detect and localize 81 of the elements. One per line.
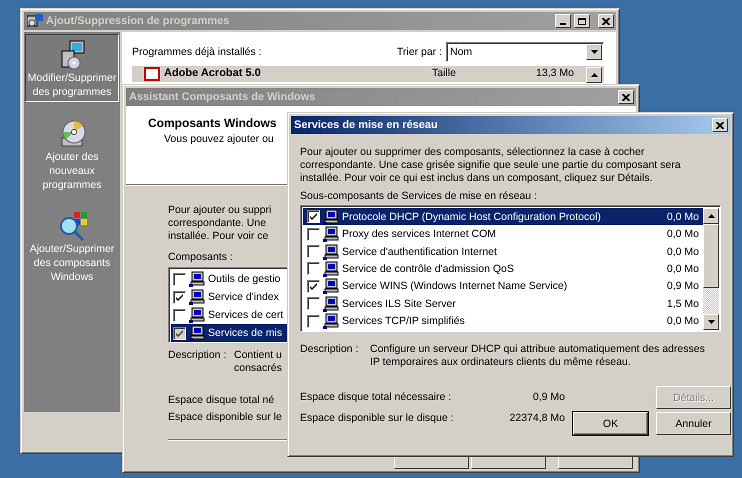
intro-line: installée. Pour voir ce bbox=[168, 230, 268, 243]
dialog-button[interactable]: OK bbox=[573, 412, 648, 435]
disk-total-value: 0,9 Mo bbox=[532, 391, 565, 404]
check-icon bbox=[310, 282, 317, 290]
checkbox[interactable] bbox=[173, 326, 186, 340]
up-arrow-icon bbox=[708, 214, 714, 218]
scroll-thumb[interactable] bbox=[703, 224, 719, 288]
close-button[interactable] bbox=[712, 118, 728, 132]
computer-icon bbox=[189, 325, 205, 341]
description-text: Contient u bbox=[234, 349, 282, 362]
window-title: Services de mise en réseau bbox=[294, 119, 439, 131]
close-button[interactable] bbox=[598, 14, 614, 28]
subcomponent-row[interactable]: Service WINS (Windows Internet Name Service) 0,9 Mo bbox=[303, 278, 703, 296]
disk-free-label: Espace disponible sur le disque : bbox=[300, 412, 455, 425]
close-button[interactable] bbox=[618, 90, 634, 104]
intro-line: Pour ajouter ou suppri bbox=[168, 204, 272, 217]
computer-icon bbox=[323, 244, 339, 260]
scroll-up-button[interactable] bbox=[586, 67, 602, 83]
subcomponent-row[interactable]: Protocole DHCP (Dynamic Host Configuration Protocol) 0,0 Mo bbox=[303, 208, 703, 226]
maximize-icon bbox=[578, 18, 586, 24]
computer-icon bbox=[323, 278, 339, 294]
intro-text: Pour ajouter ou supprimer des composants, sélectionnez la case à cocher correspondante. Une case grisée signifie que seule une partie du composant sera installée. Pour voir ce qui est inclus dans un composant, cliquez sur Détails. bbox=[300, 146, 682, 185]
minimize-button[interactable] bbox=[555, 14, 571, 28]
close-icon bbox=[622, 94, 630, 100]
disk-total-label: Espace disque total nécessaire : bbox=[300, 391, 452, 404]
program-size: 13,3 Mo bbox=[535, 67, 574, 80]
up-arrow-icon bbox=[590, 73, 598, 77]
subcomponent-row[interactable]: Proxy des services Internet COM 0,0 Mo bbox=[303, 225, 703, 243]
check-icon bbox=[310, 213, 317, 220]
computer-icon bbox=[323, 296, 339, 312]
sort-label: Trier par : bbox=[396, 46, 442, 58]
components-label: Composants : bbox=[168, 251, 233, 263]
intro-line: correspondante. Une bbox=[168, 217, 266, 230]
description-text: Configure un serveur DHCP qui attribue automatiquement des adresses IP temporaires aux ordinateurs clients du même réseau. bbox=[370, 343, 706, 369]
sort-dropdown[interactable]: Nom bbox=[446, 42, 604, 62]
checkbox[interactable] bbox=[173, 308, 186, 322]
scroll-up-button[interactable] bbox=[703, 208, 719, 224]
checkbox[interactable] bbox=[307, 210, 320, 224]
subcomponent-row[interactable]: Services ILS Site Server 1,5 Mo bbox=[303, 295, 703, 313]
dialog-button[interactable]: Annuler bbox=[656, 412, 731, 435]
disk-free-value: 22374,8 Mo bbox=[508, 412, 565, 425]
description-label: Description : bbox=[300, 343, 358, 357]
document-icon bbox=[144, 67, 160, 81]
sidebar-item[interactable]: Ajouter/Supprimer des composants Windows bbox=[25, 206, 119, 286]
subcomponent-row[interactable]: Services TCP/IP simplifiés 0,0 Mo bbox=[303, 312, 703, 330]
description-text: consacrés bbox=[234, 362, 282, 375]
window-title: Assistant Composants de Windows bbox=[129, 91, 316, 103]
subcomponents-label: Sous-composants de Services de mise en réseau : bbox=[300, 190, 538, 202]
close-icon bbox=[716, 122, 724, 128]
maximize-button[interactable] bbox=[574, 14, 590, 28]
computer-icon bbox=[189, 271, 205, 287]
check-icon bbox=[176, 330, 183, 336]
computer-icon bbox=[323, 208, 339, 225]
close-icon bbox=[602, 18, 610, 24]
dropdown-arrow-button[interactable] bbox=[586, 44, 602, 60]
down-arrow-icon bbox=[590, 50, 598, 54]
computer-icon bbox=[323, 260, 339, 277]
subcomponent-row[interactable]: Service d'authentification Internet 0,0 Mo bbox=[303, 242, 703, 260]
installed-label: Programmes déjà installés : bbox=[132, 46, 263, 58]
check-icon bbox=[176, 294, 183, 300]
computer-icon bbox=[189, 307, 205, 323]
program-row[interactable]: Adobe Acrobat 5.0 Taille 13,3 Mo bbox=[132, 66, 604, 82]
description-label: Description : bbox=[168, 349, 226, 363]
scroll-down-button[interactable] bbox=[703, 314, 719, 330]
programs-icon bbox=[27, 14, 43, 28]
window-title: Ajout/Suppression de programmes bbox=[46, 15, 230, 27]
subcomponent-row[interactable]: Service de contrôle d'admission QoS 0,0 Mo bbox=[303, 260, 703, 278]
computer-icon bbox=[323, 226, 339, 242]
program-name: Adobe Acrobat 5.0 bbox=[164, 67, 262, 80]
disk-total-label: Espace disque total né bbox=[168, 394, 274, 407]
scrollbar[interactable] bbox=[703, 208, 719, 330]
computer-icon bbox=[323, 313, 339, 330]
sort-value: Nom bbox=[450, 46, 472, 58]
header-title: Composants Windows bbox=[148, 116, 277, 130]
down-arrow-icon bbox=[708, 320, 714, 324]
computer-icon bbox=[189, 289, 205, 305]
sidebar-item[interactable]: Ajouter des nouveaux programmes bbox=[25, 114, 119, 194]
disk-free-label: Espace disponible sur le bbox=[168, 411, 282, 424]
sidebar-item[interactable]: Modifier/Supprimer des programmes bbox=[25, 34, 119, 102]
header-subtitle: Vous pouvez ajouter ou bbox=[163, 133, 274, 145]
size-label: Taille bbox=[432, 67, 457, 80]
